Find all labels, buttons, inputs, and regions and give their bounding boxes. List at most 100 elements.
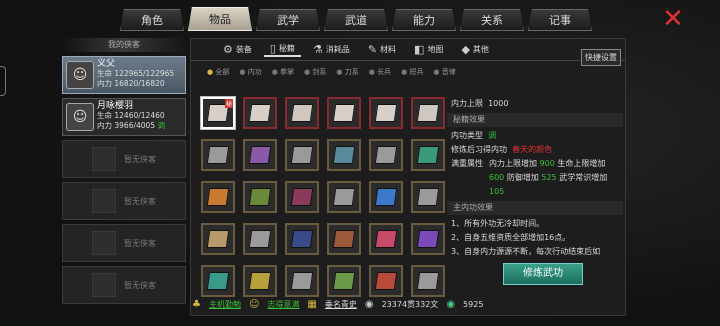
item-slot[interactable] (201, 139, 235, 171)
filter-option[interactable]: 刀系 (336, 67, 359, 77)
money-value: 23374贯332文 (381, 299, 439, 309)
item-slot[interactable] (411, 265, 445, 297)
filter-option[interactable]: 剑系 (304, 67, 326, 77)
empty-hero-slot[interactable]: 暂无侠客 (62, 266, 186, 304)
tab-7[interactable]: 记事 (528, 9, 592, 31)
subtab-1[interactable]: ⚙ 装备 (217, 43, 258, 56)
filter-option[interactable]: 短兵 (401, 67, 423, 77)
book-icon (416, 272, 440, 290)
smile-icon: ☺ (248, 298, 260, 310)
item-slot[interactable] (243, 223, 277, 255)
attr-value: 600 (489, 173, 505, 182)
item-slot[interactable] (369, 97, 403, 129)
item-slot[interactable] (243, 139, 277, 171)
item-slot[interactable] (411, 97, 445, 129)
empty-hero-slot[interactable]: 暂无侠客 (62, 140, 186, 178)
item-slot[interactable] (369, 139, 403, 171)
book-icon (248, 146, 272, 164)
item-slot[interactable] (411, 139, 445, 171)
book-icon (248, 104, 272, 122)
side-drawer-handle[interactable] (0, 66, 6, 96)
learn-value: 春天的颜色 (512, 145, 553, 154)
jade-icon: ◉ (446, 298, 456, 310)
item-slot[interactable] (243, 181, 277, 213)
item-slot[interactable] (411, 223, 445, 255)
empty-label: 暂无侠客 (124, 280, 156, 290)
close-icon[interactable]: ✕ (660, 6, 686, 32)
filter-option[interactable]: 全部 (207, 67, 229, 77)
tab-2[interactable]: 物品 (188, 7, 252, 31)
limit-label: 内力上限 (451, 99, 483, 108)
hp-value: 122965/122965 (114, 69, 175, 78)
item-slot[interactable] (327, 97, 361, 129)
quick-settings-button[interactable]: 快捷设置 (581, 49, 621, 66)
empty-slot-placeholder (92, 189, 116, 213)
status-fame[interactable]: 垂名青史 (325, 299, 357, 310)
empty-hero-slot[interactable]: 暂无侠客 (62, 224, 186, 262)
attr-name: 武学常识增加 (559, 173, 608, 182)
book-icon (374, 146, 398, 164)
item-slot[interactable] (201, 223, 235, 255)
item-slot[interactable] (285, 181, 319, 213)
section-header: 主内功效果 (447, 201, 623, 215)
item-slot[interactable] (327, 223, 361, 255)
subtab-label: 消耗品 (325, 45, 350, 54)
status-diligent[interactable]: 主机勤勉 (209, 299, 241, 310)
subtab-5[interactable]: ◧ 地图 (408, 43, 449, 56)
item-slot[interactable] (327, 181, 361, 213)
tab-4[interactable]: 武道 (324, 9, 388, 31)
effect-line: 1、所有外功无冷却时间。 (451, 219, 545, 228)
item-slot[interactable] (243, 97, 277, 129)
item-slot[interactable] (285, 265, 319, 297)
filter-option[interactable]: 长兵 (369, 67, 391, 77)
book-icon (290, 104, 314, 122)
item-slot[interactable] (327, 265, 361, 297)
learn-skill-button[interactable]: 修炼武功 (503, 263, 583, 285)
book-icon (290, 272, 314, 290)
tab-1[interactable]: 角色 (120, 9, 184, 31)
filter-option[interactable]: 内功 (239, 67, 262, 77)
item-slot[interactable] (369, 265, 403, 297)
item-slot[interactable] (201, 265, 235, 297)
item-slot[interactable] (243, 265, 277, 297)
book-icon (332, 104, 356, 122)
book-icon (206, 188, 230, 206)
item-slot[interactable] (285, 223, 319, 255)
empty-hero-slot[interactable]: 暂无侠客 (62, 182, 186, 220)
learn-label: 修炼后习得内功 (451, 145, 507, 154)
filter-option[interactable]: 音律 (433, 67, 456, 77)
subtab-6[interactable]: ◆ 其他 (455, 43, 494, 56)
filter-option[interactable]: 拳掌 (272, 67, 294, 77)
item-slot[interactable] (201, 181, 235, 213)
hero-card-1[interactable]: ☺ 义父 生命 122965/122965 内力 16820/16820 (62, 56, 186, 94)
item-slot[interactable]: 秘 (201, 97, 235, 129)
book-icon (416, 188, 440, 206)
item-slot[interactable] (327, 139, 361, 171)
tab-6[interactable]: 关系 (460, 9, 524, 31)
filter-bar: 全部内功拳掌剑系刀系长兵短兵音律 (191, 61, 625, 77)
subtab-label: 装备 (235, 45, 252, 54)
status-content[interactable]: 志得意满 (267, 299, 299, 310)
attr-name: 生命上限增加 (557, 159, 606, 168)
subtab-icon: ◧ (414, 43, 425, 56)
subtab-4[interactable]: ✎ 材料 (362, 43, 402, 56)
item-detail: 内力上限 1000 秘籍效果 内功类型 调 修炼后习得内功 春天的颜色 满重属性… (447, 97, 623, 313)
jade-value: 5925 (463, 299, 484, 309)
hp-label: 生命 (97, 111, 112, 120)
subtab-icon: ▯ (269, 42, 276, 55)
book-icon (374, 230, 398, 248)
tab-3[interactable]: 武学 (256, 9, 320, 31)
item-slot[interactable] (411, 181, 445, 213)
item-slot[interactable] (285, 97, 319, 129)
item-slot[interactable] (369, 181, 403, 213)
book-icon (332, 146, 356, 164)
item-slot[interactable] (285, 139, 319, 171)
subtab-3[interactable]: ⚗ 消耗品 (307, 43, 356, 56)
hero-card-2[interactable]: ☺ 月咏樱羽 生命 12460/12460 内力 3966/4005 调 (62, 98, 186, 136)
subtab-2[interactable]: ▯ 秘籍 (263, 42, 301, 57)
empty-label: 暂无侠客 (124, 238, 156, 248)
book-icon (206, 146, 230, 164)
tab-5[interactable]: 能力 (392, 9, 456, 31)
item-slot[interactable] (369, 223, 403, 255)
book-icon (290, 230, 314, 248)
